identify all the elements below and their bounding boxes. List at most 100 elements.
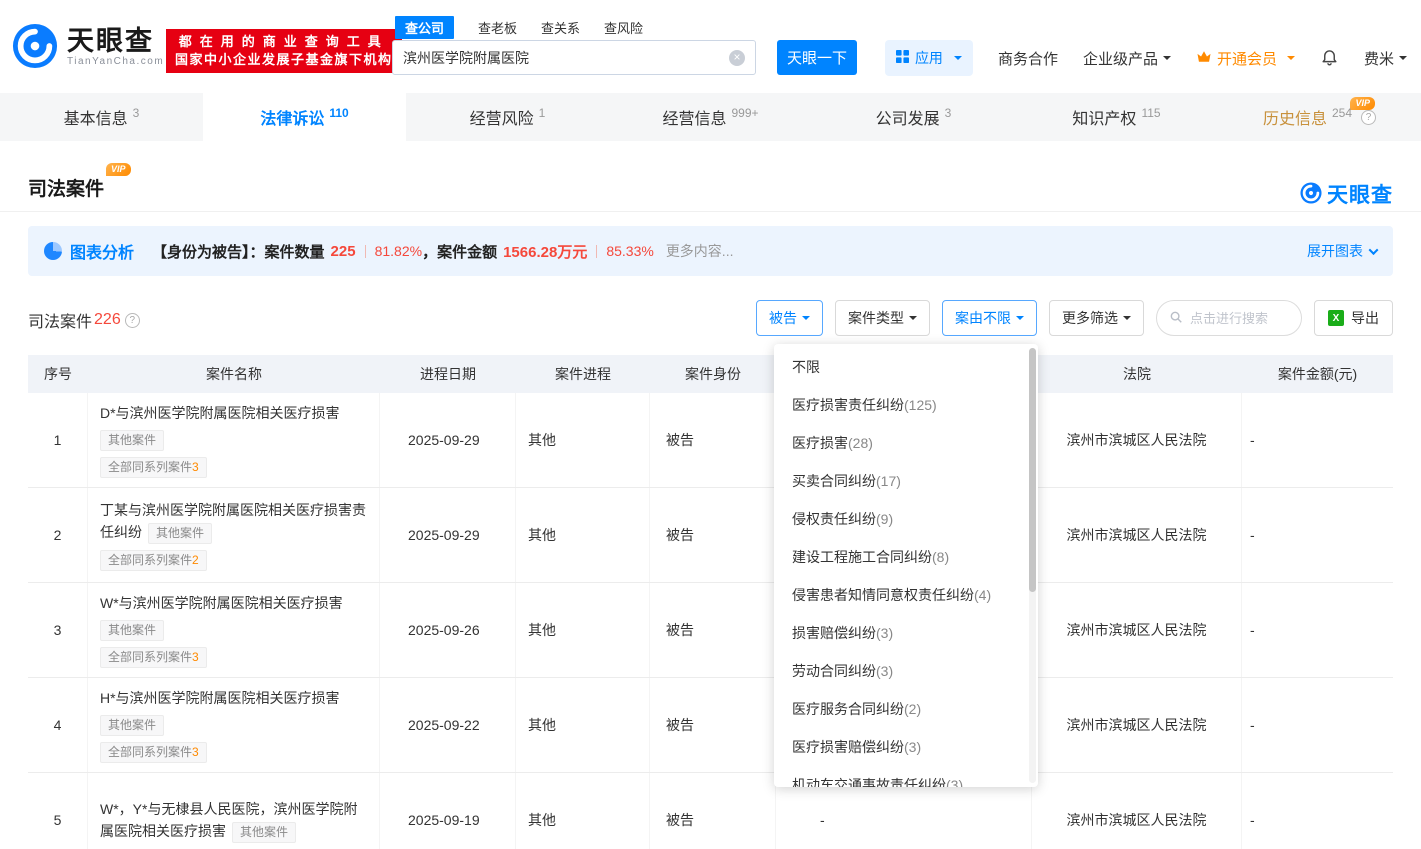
section-title: 司法案件 bbox=[28, 179, 104, 200]
more-content-link[interactable]: 更多内容... bbox=[666, 241, 734, 261]
tab-legal-litigation[interactable]: 法律诉讼 110 bbox=[203, 93, 406, 141]
tianyancha-legal-page: 天眼查 TianYanCha.com 都在用的商业查询工具 国家中小企业发展子基… bbox=[0, 0, 1421, 849]
dropdown-option[interactable]: 侵权责任纠纷(9) bbox=[774, 500, 1038, 538]
series-cases-tag[interactable]: 全部同系列案件3 bbox=[100, 457, 207, 478]
tab-count: 1 bbox=[539, 106, 546, 120]
tab-operation-info[interactable]: 经营信息 999+ bbox=[609, 93, 812, 141]
user-menu[interactable]: 费米 bbox=[1364, 48, 1407, 69]
slogan-line1: 都在用的商业查询工具 bbox=[175, 33, 393, 51]
help-icon[interactable]: ? bbox=[1361, 110, 1376, 125]
chevron-down-icon bbox=[802, 316, 810, 324]
defendant-prefix: 【身份为被告】： bbox=[152, 241, 265, 262]
export-button[interactable]: X 导出 bbox=[1314, 300, 1393, 336]
case-amount-label: 案件金额 bbox=[437, 241, 497, 262]
filter-more-button[interactable]: 更多筛选 bbox=[1049, 300, 1144, 336]
table-row: 5 W*，Y*与无棣县人民医院，滨州医学院附属医院相关医疗损害其他案件 2025… bbox=[28, 773, 1393, 849]
filter-case-reason-button[interactable]: 案由不限 bbox=[942, 300, 1037, 336]
tab-basic-info[interactable]: 基本信息 3 bbox=[0, 93, 203, 141]
list-title-label: 司法案件 bbox=[28, 308, 92, 332]
logo-text: 天眼查 TianYanCha.com bbox=[67, 26, 164, 67]
search-tab-company[interactable]: 查公司 bbox=[395, 16, 454, 39]
case-type-tag: 其他案件 bbox=[232, 822, 296, 843]
chevron-down-icon bbox=[909, 316, 917, 324]
search-tab-boss[interactable]: 查老板 bbox=[478, 18, 517, 37]
court-link[interactable]: 滨州市滨城区人民法院 bbox=[1067, 525, 1207, 545]
scrollbar-thumb[interactable] bbox=[1029, 348, 1036, 592]
divider bbox=[0, 211, 1421, 212]
case-role: 被告 bbox=[650, 393, 776, 487]
tab-count: 254 bbox=[1332, 106, 1352, 120]
table-row: 2 丁某与滨州医学院附属医院相关医疗损害责任纠纷其他案件 全部同系列案件2 20… bbox=[28, 488, 1393, 583]
dropdown-option[interactable]: 买卖合同纠纷(17) bbox=[774, 462, 1038, 500]
series-cases-tag[interactable]: 全部同系列案件2 bbox=[100, 550, 207, 571]
dropdown-option[interactable]: 侵害患者知情同意权责任纠纷(4) bbox=[774, 576, 1038, 614]
chevron-down-icon bbox=[1123, 316, 1131, 324]
dropdown-option[interactable]: 劳动合同纠纷(3) bbox=[774, 652, 1038, 690]
expand-chart-label: 展开图表 bbox=[1307, 241, 1363, 261]
case-role: 被告 bbox=[650, 678, 776, 772]
case-role: 被告 bbox=[650, 773, 776, 849]
dropdown-option[interactable]: 医疗损害责任纠纷(125) bbox=[774, 386, 1038, 424]
help-icon[interactable]: ? bbox=[125, 313, 140, 328]
case-name-link[interactable]: H*与滨州医学院附属医院相关医疗损害 bbox=[100, 687, 340, 709]
list-search-input[interactable] bbox=[1190, 311, 1289, 326]
chart-analysis-link[interactable]: 图表分析 bbox=[70, 239, 134, 263]
case-name-link[interactable]: W*，Y*与无棣县人民医院，滨州医学院附属医院相关医疗损害 bbox=[100, 801, 357, 839]
nav-open-vip[interactable]: 开通会员 bbox=[1196, 48, 1295, 69]
filter-role-button[interactable]: 被告 bbox=[756, 300, 823, 336]
tab-company-development[interactable]: 公司发展 3 bbox=[812, 93, 1015, 141]
series-cases-tag[interactable]: 全部同系列案件3 bbox=[100, 647, 207, 668]
case-name-link[interactable]: 丁某与滨州医学院附属医院相关医疗损害责任纠纷 bbox=[100, 502, 366, 540]
case-name-link[interactable]: D*与滨州医学院附属医院相关医疗损害 bbox=[100, 402, 340, 424]
progress-date: 2025-09-19 bbox=[380, 773, 516, 849]
series-cases-tag[interactable]: 全部同系列案件3 bbox=[100, 742, 207, 763]
court-link[interactable]: 滨州市滨城区人民法院 bbox=[1067, 810, 1207, 830]
tab-label: 知识产权 bbox=[1072, 105, 1136, 129]
search-input[interactable] bbox=[403, 50, 729, 66]
dropdown-option[interactable]: 建设工程施工合同纠纷(8) bbox=[774, 538, 1038, 576]
expand-chart-button[interactable]: 展开图表 bbox=[1307, 241, 1377, 261]
chevron-down-icon bbox=[1016, 316, 1024, 324]
tab-count: 115 bbox=[1141, 106, 1160, 120]
col-header-index: 序号 bbox=[28, 355, 88, 393]
tab-intellectual-property[interactable]: 知识产权 115 bbox=[1015, 93, 1218, 141]
filter-case-type-button[interactable]: 案件类型 bbox=[835, 300, 930, 336]
court-link[interactable]: 滨州市滨城区人民法院 bbox=[1067, 430, 1207, 450]
dropdown-option[interactable]: 医疗损害赔偿纠纷(3) bbox=[774, 728, 1038, 766]
site-header: 天眼查 TianYanCha.com 都在用的商业查询工具 国家中小企业发展子基… bbox=[0, 0, 1421, 93]
nav-enterprise-products[interactable]: 企业级产品 bbox=[1083, 48, 1171, 69]
tianyancha-logo-icon bbox=[1300, 182, 1322, 207]
case-name-cell: W*，Y*与无棣县人民医院，滨州医学院附属医院相关医疗损害其他案件 bbox=[88, 773, 380, 849]
crown-icon bbox=[1196, 50, 1212, 67]
court-cell: 滨州市滨城区人民法院 bbox=[1032, 583, 1242, 677]
dropdown-option[interactable]: 损害赔偿纠纷(3) bbox=[774, 614, 1038, 652]
dropdown-scrollbar[interactable] bbox=[1029, 348, 1036, 783]
clear-icon[interactable]: × bbox=[729, 50, 745, 66]
apps-menu[interactable]: 应用 bbox=[885, 40, 973, 76]
tab-history-info[interactable]: VIP 历史信息 254 ? bbox=[1218, 93, 1421, 141]
search-button[interactable]: 天眼一下 bbox=[777, 40, 857, 75]
nav-business-cooperation[interactable]: 商务合作 bbox=[998, 48, 1058, 69]
case-name-cell: W*与滨州医学院附属医院相关医疗损害 其他案件 全部同系列案件3 bbox=[88, 583, 380, 677]
col-header-role: 案件身份 bbox=[650, 355, 776, 393]
search-tab-relation[interactable]: 查关系 bbox=[541, 18, 580, 37]
case-name-link[interactable]: W*与滨州医学院附属医院相关医疗损害 bbox=[100, 592, 343, 614]
dropdown-option[interactable]: 机动车交通事故责任纠纷(3) bbox=[774, 766, 1038, 787]
court-link[interactable]: 滨州市滨城区人民法院 bbox=[1067, 620, 1207, 640]
dropdown-option[interactable]: 医疗损害(28) bbox=[774, 424, 1038, 462]
case-amount: - bbox=[1242, 773, 1393, 849]
export-label: 导出 bbox=[1351, 308, 1379, 328]
dropdown-option[interactable]: 不限 bbox=[774, 348, 1038, 386]
notification-bell[interactable] bbox=[1320, 47, 1339, 70]
table-row: 4 H*与滨州医学院附属医院相关医疗损害 其他案件 全部同系列案件3 2025-… bbox=[28, 678, 1393, 773]
tab-operation-risk[interactable]: 经营风险 1 bbox=[406, 93, 609, 141]
dropdown-option[interactable]: 医疗服务合同纠纷(2) bbox=[774, 690, 1038, 728]
case-progress: 其他 bbox=[516, 583, 650, 677]
tianyancha-logo[interactable]: 天眼查 TianYanCha.com bbox=[12, 23, 164, 69]
court-link[interactable]: 滨州市滨城区人民法院 bbox=[1067, 715, 1207, 735]
list-search-box[interactable] bbox=[1156, 300, 1302, 336]
case-type-tag: 其他案件 bbox=[100, 620, 164, 641]
excel-icon: X bbox=[1328, 310, 1344, 326]
list-title: 司法案件 226 ? bbox=[28, 308, 140, 332]
search-tab-risk[interactable]: 查风险 bbox=[604, 18, 643, 37]
